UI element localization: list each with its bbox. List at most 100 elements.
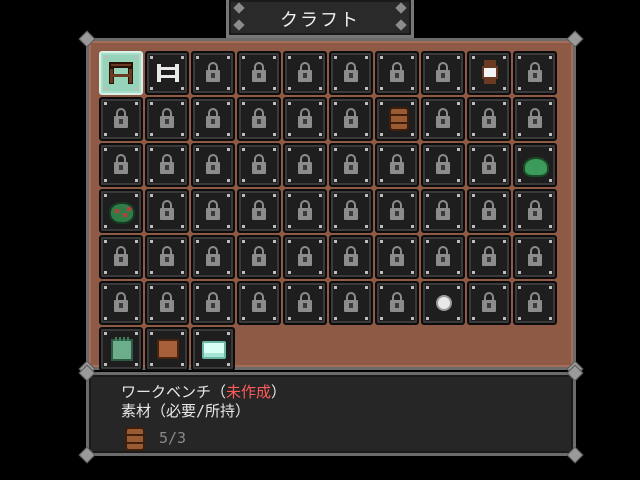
recipe-slot-locked[interactable]	[237, 235, 281, 279]
recipe-slot-locked[interactable]	[513, 189, 557, 233]
lock-icon	[206, 292, 220, 312]
recipe-slot-railing[interactable]	[145, 51, 189, 95]
recipe-slot-locked[interactable]	[283, 281, 327, 325]
lock-icon	[160, 154, 174, 174]
recipe-slot-locked[interactable]	[513, 235, 557, 279]
recipe-slot-locked[interactable]	[329, 235, 373, 279]
recipe-slot-locked[interactable]	[145, 143, 189, 187]
lock-icon	[390, 246, 404, 266]
lock-icon	[436, 200, 450, 220]
barrel-icon	[125, 427, 145, 451]
recipe-slot-locked[interactable]	[283, 143, 327, 187]
recipe-slot-locked[interactable]	[237, 143, 281, 187]
recipe-slot-locked[interactable]	[191, 51, 235, 95]
recipe-slot-barrel[interactable]	[375, 97, 419, 141]
recipe-slot-locked[interactable]	[99, 281, 143, 325]
recipe-slot-locked[interactable]	[329, 143, 373, 187]
recipe-slot-locked[interactable]	[145, 97, 189, 141]
recipe-slot-locked[interactable]	[375, 143, 419, 187]
ice-block-icon	[202, 341, 226, 359]
recipe-slot-locked[interactable]	[375, 235, 419, 279]
status-open-paren: （	[211, 383, 227, 401]
recipe-slot-locked[interactable]	[237, 97, 281, 141]
recipe-slot-locked[interactable]	[513, 51, 557, 95]
recipe-slot-ice-block[interactable]	[191, 327, 235, 371]
lock-icon	[206, 154, 220, 174]
recipe-slot-locked[interactable]	[467, 235, 511, 279]
recipe-slot-locked[interactable]	[329, 51, 373, 95]
recipe-slot-locked[interactable]	[421, 97, 465, 141]
recipe-slot-locked[interactable]	[191, 189, 235, 233]
recipe-slot-pearl[interactable]	[421, 281, 465, 325]
materials-label: 素材（必要/所持）	[121, 402, 251, 420]
recipe-slot-locked[interactable]	[421, 189, 465, 233]
lock-icon	[482, 292, 496, 312]
recipe-slot-locked[interactable]	[375, 51, 419, 95]
lock-icon	[482, 154, 496, 174]
recipe-slot-slime[interactable]	[513, 143, 557, 187]
recipe-slot-locked[interactable]	[421, 235, 465, 279]
lock-icon	[344, 62, 358, 82]
recipe-slot-locked[interactable]	[329, 281, 373, 325]
lock-icon	[436, 108, 450, 128]
recipe-slot-locked[interactable]	[375, 281, 419, 325]
recipe-slot-locked[interactable]	[99, 235, 143, 279]
recipe-slot-locked[interactable]	[467, 97, 511, 141]
lock-icon	[252, 62, 266, 82]
recipe-slot-locked[interactable]	[237, 281, 281, 325]
item-info-panel: ワークベンチ（未作成） 素材（必要/所持） 5/3	[78, 364, 584, 464]
recipe-slot-locked[interactable]	[283, 51, 327, 95]
lock-icon	[160, 200, 174, 220]
recipe-slot-locked[interactable]	[513, 97, 557, 141]
lock-icon	[252, 200, 266, 220]
recipe-slot-lantern[interactable]	[467, 51, 511, 95]
recipe-slot-locked[interactable]	[237, 189, 281, 233]
wood-block-icon	[157, 339, 179, 359]
recipe-slot-locked[interactable]	[99, 97, 143, 141]
recipe-slot-locked[interactable]	[421, 51, 465, 95]
title-tab: クラフト	[226, 0, 414, 38]
lock-icon	[252, 154, 266, 174]
recipe-slot-locked[interactable]	[191, 97, 235, 141]
recipe-slot-locked[interactable]	[329, 189, 373, 233]
recipe-slot-moss-block[interactable]	[99, 327, 143, 371]
rivet-icon	[566, 30, 584, 48]
lock-icon	[344, 246, 358, 266]
lock-icon	[298, 246, 312, 266]
recipe-slot-locked[interactable]	[283, 97, 327, 141]
lock-icon	[160, 246, 174, 266]
lock-icon	[252, 292, 266, 312]
lock-icon	[160, 108, 174, 128]
recipe-slot-locked[interactable]	[237, 51, 281, 95]
recipe-slot-wood-block[interactable]	[145, 327, 189, 371]
lock-icon	[436, 154, 450, 174]
recipe-slot-locked[interactable]	[145, 189, 189, 233]
lock-icon	[390, 200, 404, 220]
lock-icon	[206, 200, 220, 220]
recipe-slot-locked[interactable]	[191, 281, 235, 325]
lock-icon	[252, 108, 266, 128]
recipe-slot-locked[interactable]	[191, 143, 235, 187]
recipe-slot-locked[interactable]	[467, 281, 511, 325]
recipe-slot-locked[interactable]	[329, 97, 373, 141]
lock-icon	[206, 108, 220, 128]
lock-icon	[298, 108, 312, 128]
recipe-slot-locked[interactable]	[283, 189, 327, 233]
recipe-slot-locked[interactable]	[467, 189, 511, 233]
recipe-slot-locked[interactable]	[421, 143, 465, 187]
recipe-slot-locked[interactable]	[145, 235, 189, 279]
recipe-slot-locked[interactable]	[283, 235, 327, 279]
slime-berries-icon	[109, 202, 135, 224]
recipe-slot-workbench[interactable]	[99, 51, 143, 95]
recipe-slot-locked[interactable]	[375, 189, 419, 233]
recipe-slot-locked[interactable]	[145, 281, 189, 325]
recipe-slot-slime-berries[interactable]	[99, 189, 143, 233]
lock-icon	[344, 108, 358, 128]
recipe-slot-locked[interactable]	[191, 235, 235, 279]
recipe-slot-locked[interactable]	[99, 143, 143, 187]
lock-icon	[252, 246, 266, 266]
recipe-slot-locked[interactable]	[513, 281, 557, 325]
window-title: クラフト	[280, 10, 360, 31]
lock-icon	[298, 62, 312, 82]
recipe-slot-locked[interactable]	[467, 143, 511, 187]
